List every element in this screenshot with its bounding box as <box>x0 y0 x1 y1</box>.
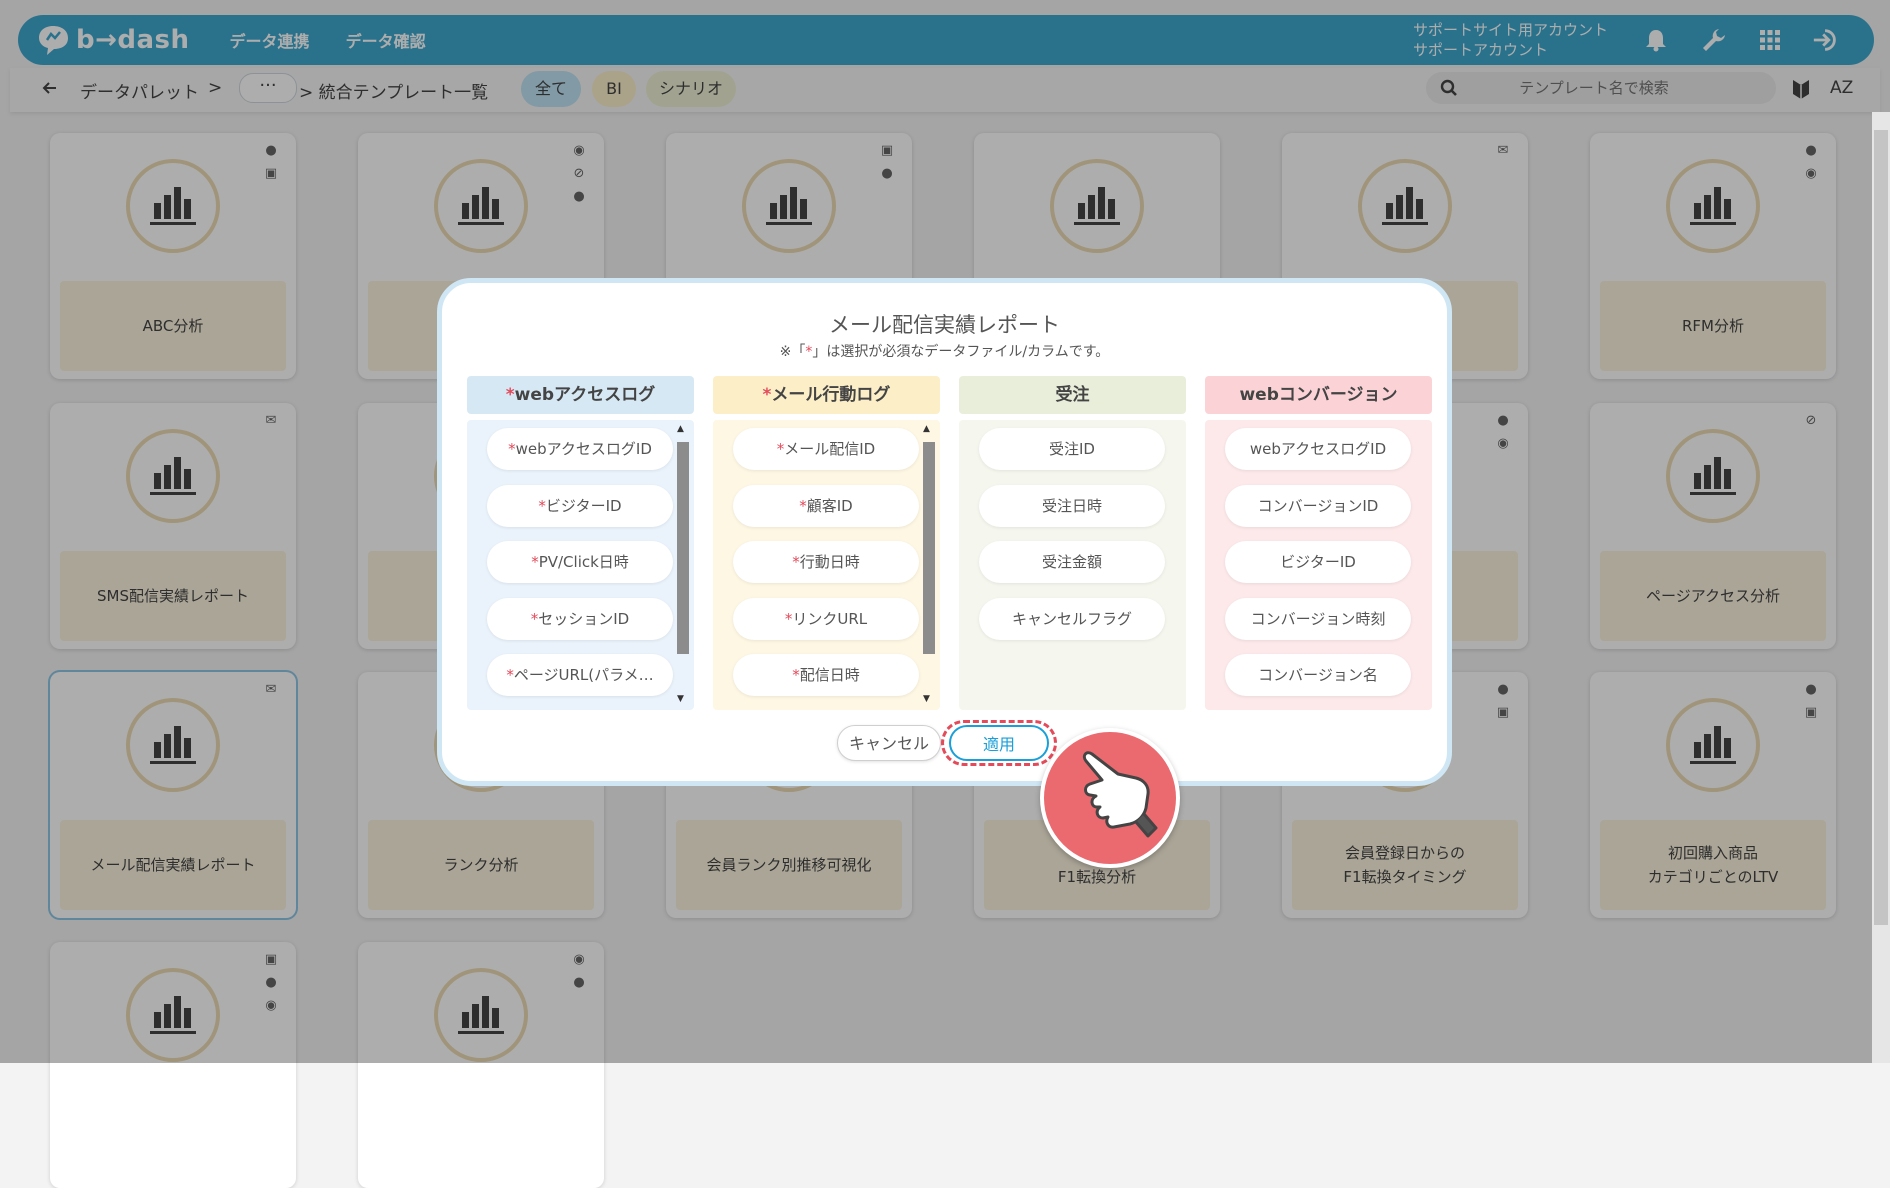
field-chip[interactable]: *配信日時 <box>733 654 919 696</box>
field-chip[interactable]: コンバージョン名 <box>1225 654 1411 696</box>
field-label: キャンセルフラグ <box>1011 609 1132 628</box>
column-web-conversion: webコンバージョン webアクセスログID コンバージョンID ビジターID コンバー… <box>1205 376 1432 710</box>
column-header[interactable]: webコンバージョン <box>1205 376 1432 414</box>
page-scrollbar-thumb[interactable] <box>1874 130 1888 925</box>
field-label: webアクセスログID <box>515 440 652 458</box>
note-suffix: 」は選択が必須なデータファイル/カラムです。 <box>812 344 1110 360</box>
field-list-scrollbar[interactable]: ▲ ▼ <box>921 424 935 706</box>
field-label: 受注ID <box>1049 440 1095 458</box>
required-mark: * <box>792 666 800 684</box>
field-chip[interactable]: キャンセルフラグ <box>979 597 1165 640</box>
column-header[interactable]: *webアクセスログ <box>467 376 694 414</box>
field-chip[interactable]: ビジターID <box>1225 541 1411 583</box>
apply-button[interactable]: 適用 <box>949 725 1049 761</box>
field-chip[interactable]: コンバージョン時刻 <box>1225 597 1411 640</box>
required-mark: * <box>799 496 807 515</box>
dialog-title: メール配信実績レポート <box>829 313 1060 337</box>
note-prefix: ※「 <box>779 344 806 360</box>
field-list-scrollbar[interactable]: ▲ ▼ <box>675 424 689 706</box>
field-chip[interactable]: 受注金額 <box>979 541 1165 583</box>
field-label: 受注日時 <box>1041 496 1102 515</box>
column-field-list: 受注ID 受注日時受注金額キャンセルフラグ <box>959 420 1186 710</box>
scroll-down-icon[interactable]: ▼ <box>923 694 930 704</box>
column-title: webコンバージョン <box>1239 385 1398 405</box>
required-mark: * <box>506 666 514 684</box>
column-orders: 受注受注ID 受注日時受注金額キャンセルフラグ <box>959 376 1186 710</box>
column-title: メール行動ログ <box>771 385 891 405</box>
required-mark: * <box>505 385 515 405</box>
column-field-list: *webアクセスログID *ビジターID *PV/Click日時 *セッションID *ペ… <box>467 420 694 710</box>
field-label: PV/Click日時 <box>538 553 629 571</box>
field-label: ビジターID <box>1280 553 1356 571</box>
field-label: 受注金額 <box>1041 553 1102 571</box>
field-label: メール配信ID <box>784 440 876 458</box>
field-chip[interactable]: *メール配信ID <box>733 428 919 470</box>
required-mark: * <box>538 496 546 515</box>
field-chip[interactable]: *顧客ID <box>733 484 919 527</box>
pointing-hand-icon <box>1040 728 1180 868</box>
field-chip[interactable]: *セッションID <box>487 597 673 640</box>
cancel-button[interactable]: キャンセル <box>837 725 941 761</box>
required-mark: * <box>531 553 539 571</box>
field-label: コンバージョン名 <box>1258 666 1378 684</box>
field-chip[interactable]: *PV/Click日時 <box>487 541 673 583</box>
column-web-access-log: *webアクセスログ *webアクセスログID *ビジターID *PV/Click日時… <box>467 376 694 710</box>
field-chip[interactable]: *webアクセスログID <box>487 428 673 470</box>
field-label: 行動日時 <box>799 553 860 571</box>
field-label: ビジターID <box>545 496 622 515</box>
field-label: ページURL(パラメ… <box>513 666 654 684</box>
column-title: webアクセスログ <box>514 385 656 405</box>
field-label: コンバージョン時刻 <box>1250 609 1386 628</box>
field-label: コンバージョンID <box>1257 496 1379 515</box>
field-label: 顧客ID <box>806 496 853 515</box>
required-mark: * <box>508 440 516 458</box>
column-header[interactable]: *メール行動ログ <box>713 376 940 414</box>
column-title: 受注 <box>1055 385 1090 405</box>
field-label: リンクURL <box>792 609 868 628</box>
column-mail-action-log: *メール行動ログ *メール配信ID *顧客ID *行動日時 *リンクURL *配信日時 ▲ ▼ <box>713 376 940 710</box>
field-label: 配信日時 <box>799 666 860 684</box>
field-label: webアクセスログID <box>1249 440 1387 458</box>
field-chip[interactable]: 受注ID <box>979 428 1165 470</box>
field-chip[interactable]: 受注日時 <box>979 484 1165 527</box>
dialog-note: ※「*」は選択が必須なデータファイル/カラムです。 <box>442 341 1447 361</box>
field-label: セッションID <box>538 609 630 628</box>
scroll-up-icon[interactable]: ▲ <box>677 424 684 434</box>
column-field-list: *メール配信ID *顧客ID *行動日時 *リンクURL *配信日時 ▲ ▼ <box>713 420 940 710</box>
required-mark: * <box>792 553 800 571</box>
column-field-list: webアクセスログID コンバージョンID ビジターID コンバージョン時刻 コンバージ… <box>1205 420 1432 710</box>
field-chip[interactable]: webアクセスログID <box>1225 428 1411 470</box>
scrollbar-thumb[interactable] <box>923 442 935 654</box>
field-chip[interactable]: *ビジターID <box>487 484 673 527</box>
scroll-up-icon[interactable]: ▲ <box>923 424 930 434</box>
field-chip[interactable]: *リンクURL <box>733 597 919 640</box>
field-chip[interactable]: コンバージョンID <box>1225 484 1411 527</box>
scrollbar-thumb[interactable] <box>677 442 689 654</box>
field-chip[interactable]: *行動日時 <box>733 541 919 583</box>
field-chip[interactable]: *ページURL(パラメ… <box>487 654 673 696</box>
column-header[interactable]: 受注 <box>959 376 1186 414</box>
scroll-down-icon[interactable]: ▼ <box>677 694 684 704</box>
template-settings-dialog: メール配信実績レポート ※「*」は選択が必須なデータファイル/カラムです。 *w… <box>437 278 1452 786</box>
